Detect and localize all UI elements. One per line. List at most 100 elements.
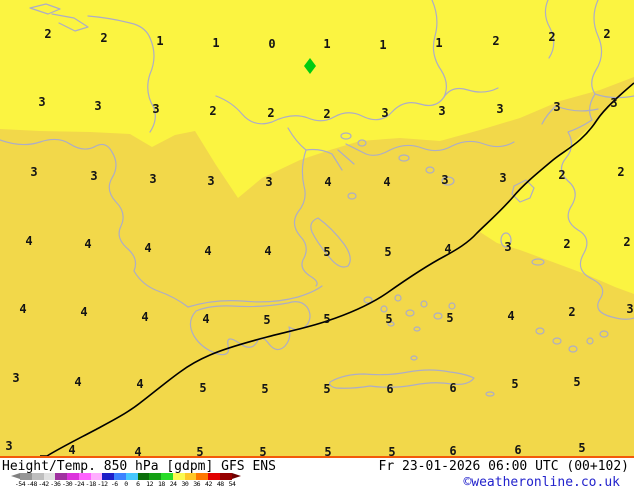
- scale-tick-label: 24: [169, 480, 177, 488]
- scale-tick-label: -30: [61, 480, 73, 488]
- scale-tick-label: 18: [157, 480, 165, 488]
- temp-value-label: 5: [261, 382, 269, 396]
- temp-value-label: 1: [323, 37, 331, 51]
- scale-segment: [43, 473, 56, 480]
- temp-value-label: 2: [492, 34, 500, 48]
- temp-value-label: 3: [499, 171, 507, 185]
- temp-value-label: 1: [435, 36, 443, 50]
- temperature-scale-bar: [20, 473, 232, 480]
- weather-map-page: 2 2 1 1 0 1 1 12 2 2 3 3 3 2 2 2 3 3 3 3 3 3 3 3 3 3 4 4 3 3 2 24 4 4 4 4 5 5…: [0, 0, 634, 490]
- temp-value-label: 1: [212, 36, 220, 50]
- temp-value-label: 3: [265, 175, 273, 189]
- temp-value-label: 2: [548, 30, 556, 44]
- temp-value-label: 3: [94, 99, 102, 113]
- temp-value-label: 4: [68, 443, 76, 457]
- scale-tick-label: -6: [110, 480, 118, 488]
- scale-segment: [220, 473, 232, 480]
- temp-value-label: 4: [80, 305, 88, 319]
- temp-value-label: 3: [553, 100, 561, 114]
- temp-value-label: 4: [264, 244, 272, 258]
- temp-value-label: 4: [324, 175, 332, 189]
- temp-value-label: 2: [44, 27, 52, 41]
- temp-value-label: 5: [199, 381, 207, 395]
- scale-tick-label: 54: [228, 480, 236, 488]
- temp-value-label: 5: [511, 377, 519, 391]
- footer-bar: Height/Temp. 850 hPa [gdpm] GFS ENS Fr 2…: [0, 458, 634, 490]
- temp-value-label: 3: [496, 102, 504, 116]
- temp-value-label: 0: [268, 37, 276, 51]
- temp-value-label: 4: [19, 302, 27, 316]
- scale-segment: [20, 473, 32, 480]
- temp-value-label: 4: [136, 377, 144, 391]
- temp-value-label: 3: [441, 173, 449, 187]
- temp-value-label: 1: [379, 38, 387, 52]
- scale-segment: [78, 473, 91, 480]
- temp-value-label: 5: [323, 312, 331, 326]
- temp-value-label: 3: [207, 174, 215, 188]
- scale-segment: [90, 473, 103, 480]
- temp-value-label: 6: [514, 443, 522, 457]
- map-canvas: 2 2 1 1 0 1 1 1 2 2 2 3 3 3 2 2 2 3 3 3 3 3 3 3 3 3 3 4 4 3 3 2 2 4 4 4 4 4 5 5…: [0, 0, 634, 458]
- scale-tick-label: 12: [146, 480, 153, 488]
- scale-tick-label: -36: [50, 480, 61, 488]
- temp-value-label: 2: [209, 104, 217, 118]
- temp-value-label: 4: [144, 241, 152, 255]
- scale-tick-label: -18: [85, 480, 97, 488]
- map-datetime: Fr 23-01-2026 06:00 UTC (00+102): [378, 459, 629, 474]
- temp-value-label: 4: [204, 244, 212, 258]
- temp-value-label: 4: [444, 242, 452, 256]
- scale-segment: [184, 473, 197, 480]
- copyright-link[interactable]: ©weatheronline.co.uk: [463, 475, 620, 490]
- scale-segment: [172, 473, 185, 480]
- temp-value-label: 3: [5, 439, 13, 453]
- scale-segment: [196, 473, 209, 480]
- scale-segment: [114, 473, 126, 480]
- temp-value-label: 4: [84, 237, 92, 251]
- temp-value-label: 5: [385, 312, 393, 326]
- temp-value-label: 3: [152, 102, 160, 116]
- scale-segment: [161, 473, 173, 480]
- map-title: Height/Temp. 850 hPa [gdpm] GFS ENS: [2, 459, 276, 474]
- scale-segment: [102, 473, 115, 480]
- scale-segment: [125, 473, 138, 480]
- temp-value-label: 6: [386, 382, 394, 396]
- temp-value-label: 2: [267, 106, 275, 120]
- scale-left-arrow-icon: [11, 473, 20, 479]
- map-graphics-layer: [0, 0, 634, 456]
- scale-tick-label: 48: [216, 480, 224, 488]
- temp-value-label: 3: [626, 302, 634, 316]
- temp-value-label: 4: [507, 309, 515, 323]
- scale-tick-label: -24: [73, 480, 85, 488]
- temp-value-label: 5: [323, 245, 331, 259]
- scale-tick-label: 42: [205, 480, 212, 488]
- temp-value-label: 3: [381, 106, 389, 120]
- temp-value-label: 3: [438, 104, 446, 118]
- temp-value-label: 2: [603, 27, 611, 41]
- temp-value-label: 2: [563, 237, 571, 251]
- temp-value-label: 3: [504, 240, 512, 254]
- temp-value-label: 5: [573, 375, 581, 389]
- scale-right-arrow-icon: [232, 473, 241, 479]
- temp-value-label: 5: [446, 311, 454, 325]
- temp-value-label: 4: [202, 312, 210, 326]
- temp-value-label: 3: [610, 96, 618, 110]
- scale-tick-label: -42: [38, 480, 49, 488]
- scale-segment: [149, 473, 162, 480]
- temp-value-label: 3: [30, 165, 38, 179]
- temp-value-label: 3: [12, 371, 20, 385]
- temp-value-label: 3: [149, 172, 157, 186]
- temp-value-label: 6: [449, 381, 457, 395]
- temp-value-label: 3: [90, 169, 98, 183]
- temp-value-label: 2: [568, 305, 576, 319]
- scale-tick-label: 30: [181, 480, 189, 488]
- temp-value-label: 5: [263, 313, 271, 327]
- scale-tick-label: -12: [97, 480, 108, 488]
- temp-value-label: 4: [25, 234, 33, 248]
- scale-tick-label: 0: [124, 480, 128, 488]
- scale-tick-label: 36: [193, 480, 201, 488]
- scale-segment: [208, 473, 221, 480]
- temp-value-label: 5: [578, 441, 586, 455]
- temp-value-label: 4: [74, 375, 82, 389]
- temp-value-label: 5: [323, 382, 331, 396]
- scale-segment: [137, 473, 150, 480]
